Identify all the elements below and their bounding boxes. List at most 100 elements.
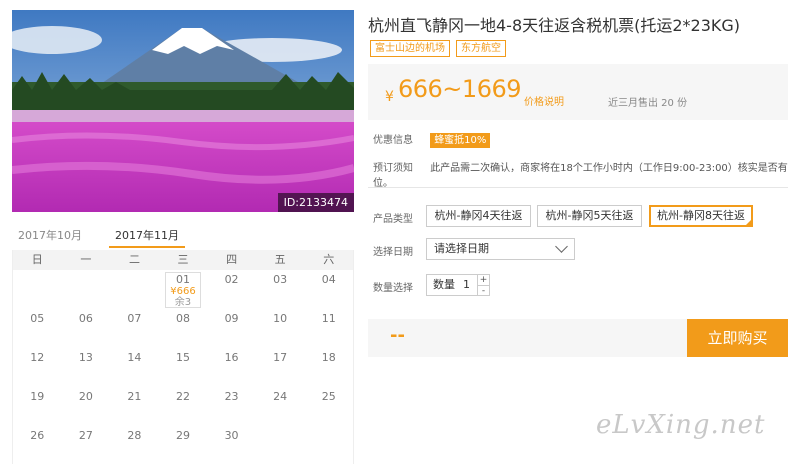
calendar-day[interactable]: 20 <box>62 387 111 426</box>
day-number: 13 <box>78 351 93 364</box>
calendar-day[interactable]: 09 <box>207 309 256 348</box>
buy-bar: -- 立即购买 <box>368 319 788 357</box>
calendar-day[interactable]: 30 <box>207 426 256 464</box>
qty-plus-button[interactable]: + <box>478 275 489 285</box>
calendar: 日 一 二 三 四 五 六 01 ¥666 余3 02 03 04 05 06 07 08 09 10… <box>12 250 354 464</box>
day-number: 29 <box>175 429 190 442</box>
price-note-link[interactable]: 价格说明 <box>524 93 564 108</box>
tag-airline: 东方航空 <box>456 40 506 57</box>
day-price: ¥666 <box>170 286 196 297</box>
calendar-day[interactable]: 01 ¥666 余3 <box>159 270 208 309</box>
type-option-5day[interactable]: 杭州-静冈5天往返 <box>537 205 642 227</box>
month-tabs: 2017年10月 2017年11月 <box>12 222 354 250</box>
calendar-day[interactable]: 03 <box>256 270 305 309</box>
calendar-day[interactable]: 15 <box>159 348 208 387</box>
divider <box>368 187 788 188</box>
calendar-empty-cell <box>13 270 62 309</box>
weekday-label: 四 <box>226 253 238 266</box>
day-number: 08 <box>175 312 190 325</box>
calendar-day[interactable]: 10 <box>256 309 305 348</box>
booking-text: 此产品需二次确认，商家将在18个工作小时内（工作日9:00-23:00）核实是否… <box>373 163 788 189</box>
date-placeholder: 请选择日期 <box>434 242 489 255</box>
day-number: 24 <box>273 390 288 403</box>
booking-row: 预订须知 此产品需二次确认，商家将在18个工作小时内（工作日9:00-23:00… <box>373 159 800 189</box>
buy-now-button[interactable]: 立即购买 <box>687 319 788 357</box>
weekday-label: 二 <box>128 253 140 266</box>
day-number: 11 <box>321 312 336 325</box>
day-number: 21 <box>127 390 142 403</box>
day-number: 02 <box>224 273 239 286</box>
calendar-day[interactable]: 27 <box>62 426 111 464</box>
day-number: 22 <box>175 390 190 403</box>
calendar-day[interactable]: 02 <box>207 270 256 309</box>
calendar-day[interactable]: 11 <box>304 309 353 348</box>
calendar-empty-cell <box>62 270 111 309</box>
calendar-day[interactable]: 18 <box>304 348 353 387</box>
calendar-day[interactable]: 25 <box>304 387 353 426</box>
price-currency: ¥ <box>385 89 394 105</box>
product-photo: ID:2133474 <box>12 10 354 212</box>
weekday-label: 日 <box>31 253 43 266</box>
day-number: 28 <box>127 429 142 442</box>
calendar-day[interactable]: 13 <box>62 348 111 387</box>
day-number: 25 <box>321 390 336 403</box>
calendar-day[interactable]: 28 <box>110 426 159 464</box>
calendar-day[interactable]: 08 <box>159 309 208 348</box>
calendar-day[interactable]: 22 <box>159 387 208 426</box>
day-number: 14 <box>127 351 142 364</box>
calendar-day[interactable]: 06 <box>62 309 111 348</box>
day-number: 19 <box>30 390 45 403</box>
day-number: 26 <box>30 429 45 442</box>
calendar-day[interactable]: 07 <box>110 309 159 348</box>
calendar-day[interactable]: 17 <box>256 348 305 387</box>
day-remaining: 余3 <box>174 297 192 308</box>
calendar-day[interactable]: 26 <box>13 426 62 464</box>
calendar-day[interactable]: 05 <box>13 309 62 348</box>
day-number: 09 <box>224 312 239 325</box>
qty-buttons: + - <box>477 275 489 296</box>
calendar-day[interactable]: 21 <box>110 387 159 426</box>
calendar-day[interactable]: 19 <box>13 387 62 426</box>
quantity-stepper: 数量 1 + - <box>426 274 490 296</box>
total-price: -- <box>390 325 405 346</box>
type-option-4day[interactable]: 杭州-静冈4天往返 <box>426 205 531 227</box>
tag-airport: 富士山边的机场 <box>370 40 450 57</box>
day-number: 23 <box>224 390 239 403</box>
day-number: 12 <box>30 351 45 364</box>
tab-2017-11[interactable]: 2017年11月 <box>109 227 185 248</box>
chevron-down-icon <box>555 240 568 253</box>
day-number: 05 <box>30 312 45 325</box>
day-number: 27 <box>78 429 93 442</box>
day-number: 16 <box>224 351 239 364</box>
qty-label: 数量选择 <box>373 283 413 294</box>
weekday-label: 一 <box>80 253 92 266</box>
calendar-days: 01 ¥666 余3 02 03 04 05 06 07 08 09 10 11 12 13 14 15 16 17… <box>13 270 353 464</box>
date-select[interactable]: 请选择日期 <box>426 238 575 260</box>
price-box: ¥ 666~1669 价格说明 近三月售出 20 份 <box>368 64 788 120</box>
type-option-8day[interactable]: 杭州-静冈8天往返 <box>649 205 753 227</box>
calendar-day[interactable]: 04 <box>304 270 353 309</box>
photo-id-label: ID:2133474 <box>277 193 354 212</box>
qty-prefix: 数量 <box>433 278 455 291</box>
weekday-label: 六 <box>323 253 335 266</box>
booking-label: 预订须知 <box>373 163 413 174</box>
day-number: 20 <box>78 390 93 403</box>
product-title: 杭州直飞静冈一地4-8天往返含税机票(托运2*23KG) <box>368 16 741 35</box>
calendar-day[interactable]: 29 <box>159 426 208 464</box>
calendar-day[interactable]: 16 <box>207 348 256 387</box>
tab-2017-10[interactable]: 2017年10月 <box>18 227 82 243</box>
promo-label: 优惠信息 <box>373 135 413 146</box>
type-label: 产品类型 <box>373 214 413 225</box>
qty-minus-button[interactable]: - <box>478 285 489 296</box>
calendar-day[interactable]: 14 <box>110 348 159 387</box>
calendar-day[interactable]: 12 <box>13 348 62 387</box>
date-label: 选择日期 <box>373 247 413 258</box>
calendar-day[interactable]: 24 <box>256 387 305 426</box>
qty-value[interactable]: 1 <box>463 275 470 295</box>
calendar-empty-cell <box>110 270 159 309</box>
day-number: 15 <box>175 351 190 364</box>
weekday-label: 五 <box>274 253 286 266</box>
watermark: eLvXing.net <box>596 410 766 440</box>
price-range: 666~1669 <box>398 75 522 103</box>
calendar-day[interactable]: 23 <box>207 387 256 426</box>
